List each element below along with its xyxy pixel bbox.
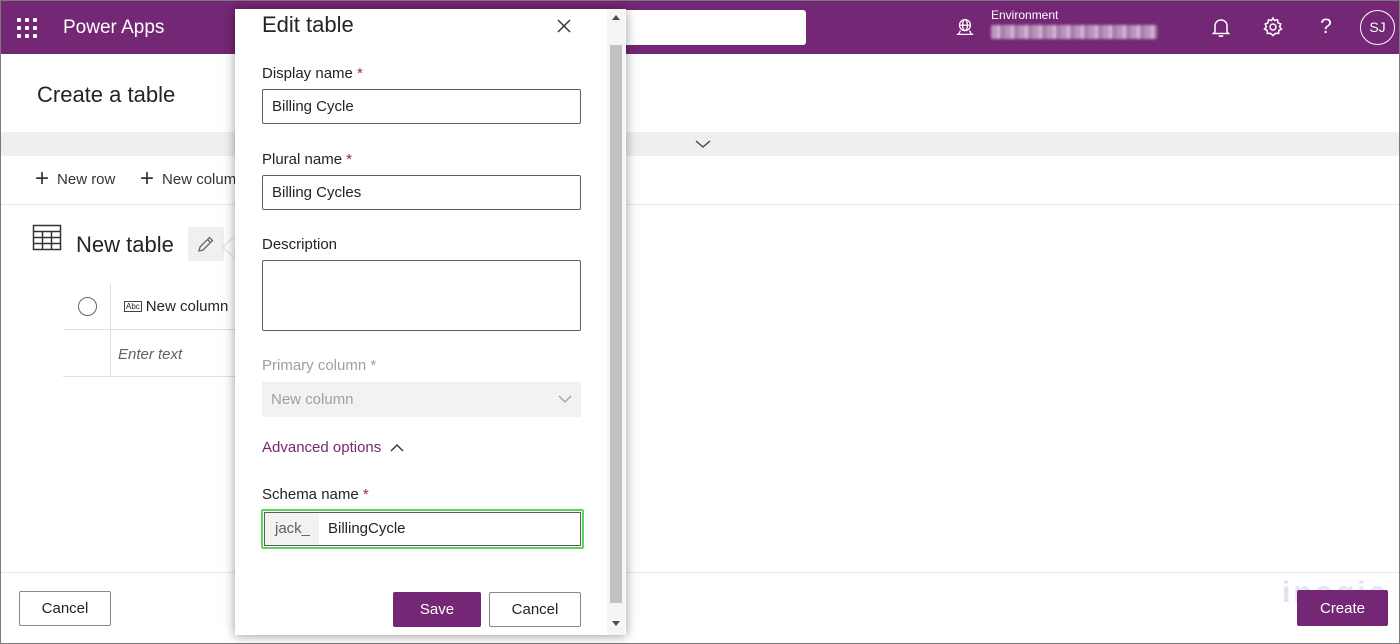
new-row-label: New row <box>57 170 116 188</box>
settings-gear-icon[interactable] <box>1261 15 1285 39</box>
description-label: Description <box>262 236 338 253</box>
schema-name-label: Schema name * <box>262 486 369 503</box>
grid-divider <box>110 284 111 376</box>
grid-divider <box>63 329 237 330</box>
close-icon[interactable] <box>555 17 573 35</box>
avatar[interactable]: SJ <box>1360 10 1395 45</box>
primary-column-select: New column <box>262 382 581 417</box>
scroll-down-arrow-icon[interactable] <box>612 621 620 626</box>
environment-name-blurred[interactable] <box>991 25 1157 39</box>
pencil-icon <box>198 236 214 252</box>
chevron-down-icon[interactable] <box>694 138 712 150</box>
schema-name-field[interactable]: jack_ BillingCycle <box>264 512 581 546</box>
table-icon <box>32 224 62 251</box>
help-icon[interactable]: ? <box>1314 15 1338 39</box>
dialog-title: Edit table <box>262 12 354 37</box>
dialog-scrollbar[interactable] <box>607 9 625 635</box>
schema-prefix: jack_ <box>265 513 319 545</box>
notifications-bell-icon[interactable] <box>1209 15 1233 39</box>
screenshot-frame <box>0 0 1400 644</box>
app-name[interactable]: Power Apps <box>63 17 164 39</box>
select-all-radio[interactable] <box>78 297 97 316</box>
divider <box>0 572 1400 573</box>
plus-icon: + <box>140 170 155 188</box>
description-textarea[interactable] <box>262 260 581 331</box>
display-name-input[interactable]: Billing Cycle <box>262 89 581 124</box>
grid-divider <box>63 376 237 377</box>
create-button[interactable]: Create <box>1297 590 1388 626</box>
page-cancel-button[interactable]: Cancel <box>19 591 111 626</box>
cancel-button[interactable]: Cancel <box>489 592 581 627</box>
plural-name-label: Plural name * <box>262 151 353 168</box>
schema-name-input[interactable]: BillingCycle <box>319 513 580 545</box>
column-header[interactable]: Abc New column <box>124 298 236 315</box>
plus-icon: + <box>35 165 50 192</box>
table-name: New table <box>76 232 174 257</box>
cell-input[interactable]: Enter text <box>118 346 182 363</box>
schema-name-highlight: jack_ BillingCycle <box>261 509 584 549</box>
environment-icon[interactable] <box>954 16 976 38</box>
chevron-up-icon <box>390 443 404 451</box>
new-column-label: New column <box>162 170 236 188</box>
divider <box>0 204 1400 205</box>
column-header-label: New column <box>145 298 229 315</box>
page-title: Create a table <box>37 82 176 107</box>
app-launcher-icon[interactable] <box>17 18 37 38</box>
environment-label: Environment <box>991 8 1059 22</box>
scrollbar-thumb[interactable] <box>610 45 622 603</box>
new-column-button[interactable]: + New column <box>140 170 236 188</box>
chevron-down-icon <box>558 395 572 403</box>
text-column-icon: Abc <box>124 301 142 312</box>
edit-table-dialog: Edit table Display name * Billing Cycle … <box>235 9 626 635</box>
display-name-label: Display name * <box>262 65 363 82</box>
top-bar: Power Apps Environment ? SJ <box>0 0 1400 54</box>
scroll-up-arrow-icon[interactable] <box>612 15 620 20</box>
search-input[interactable] <box>600 10 806 45</box>
new-row-button[interactable]: + New row <box>35 165 116 192</box>
primary-column-label: Primary column * <box>262 357 377 374</box>
edit-table-button[interactable] <box>188 227 224 261</box>
save-button[interactable]: Save <box>393 592 481 627</box>
plural-name-input[interactable]: Billing Cycles <box>262 175 581 210</box>
advanced-options-toggle[interactable]: Advanced options <box>262 439 404 456</box>
